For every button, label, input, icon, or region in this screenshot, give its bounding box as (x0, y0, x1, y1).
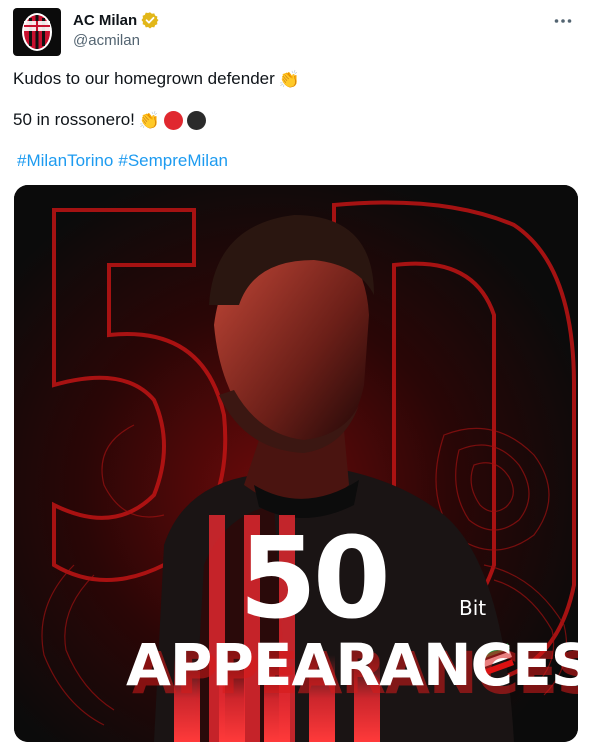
post-text-line-2: 50 in rossonero! 👏 (13, 110, 207, 130)
appearance-number: 50 (239, 514, 387, 644)
crest-icon (22, 13, 52, 51)
hashtag-row: #MilanTorino #SempreMilan (17, 151, 228, 171)
post-text-line-1: Kudos to our homegrown defender 👏 (13, 69, 300, 89)
black-circle-icon (187, 110, 207, 130)
clapping-hands-icon: 👏 (138, 110, 161, 130)
hashtag-milantorino[interactable]: #MilanTorino (17, 151, 113, 171)
ac-milan-crest-avatar[interactable] (13, 8, 61, 56)
verified-badge-icon[interactable] (141, 11, 159, 29)
hashtag-sempremilan[interactable]: #SempreMilan (118, 151, 228, 171)
sponsor-text: Bit (459, 596, 486, 620)
post-line-2-text: 50 in rossonero! (13, 110, 135, 129)
name-row: AC Milan (73, 9, 159, 31)
clapping-hands-icon: 👏 (278, 69, 300, 89)
appearances-caption: APPEARANCES (126, 631, 578, 699)
author-display-name[interactable]: AC Milan (73, 12, 137, 29)
player-graphic: Bit 50 APPEARANCES APPEARANCES (14, 185, 578, 742)
author-handle[interactable]: @acmilan (73, 32, 159, 49)
tweet-card: AC Milan @acmilan Kudos to our homegrown… (0, 0, 590, 743)
post-line-1-text: Kudos to our homegrown defender (13, 69, 275, 88)
author-block: AC Milan @acmilan (73, 9, 159, 49)
post-image[interactable]: Bit 50 APPEARANCES APPEARANCES (14, 185, 578, 742)
red-circle-icon (164, 110, 184, 130)
more-options-icon (554, 19, 572, 23)
more-options-button[interactable] (550, 8, 576, 34)
